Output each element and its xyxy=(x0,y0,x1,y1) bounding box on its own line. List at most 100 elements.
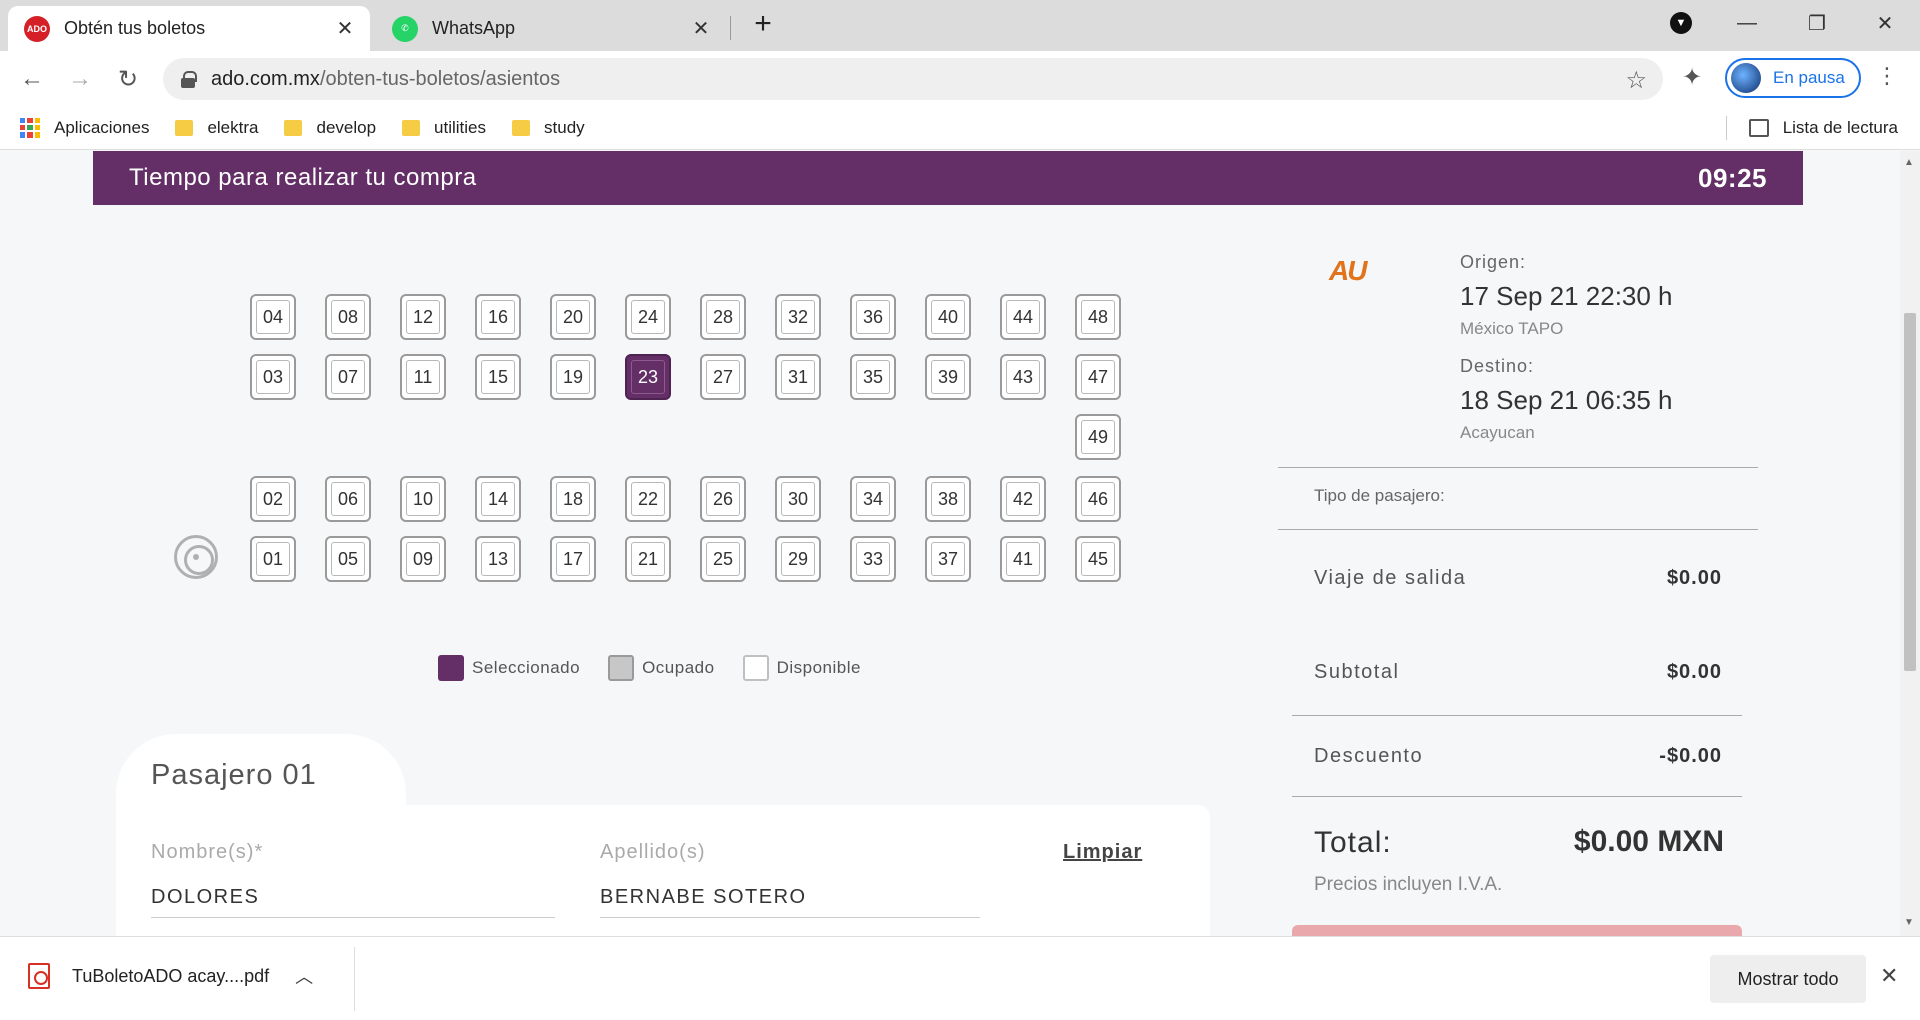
scroll-down-icon[interactable]: ▼ xyxy=(1904,917,1914,928)
discount-label: Descuento xyxy=(1314,745,1424,767)
seat[interactable]: 03 xyxy=(250,354,296,400)
tab-search-icon[interactable]: ▼ xyxy=(1656,6,1706,40)
seat[interactable]: 43 xyxy=(1000,354,1046,400)
legend-label: Seleccionado xyxy=(472,658,581,677)
seat[interactable]: 45 xyxy=(1075,536,1121,582)
seat[interactable]: 10 xyxy=(400,476,446,522)
seat-number: 01 xyxy=(261,548,285,570)
seat[interactable]: 04 xyxy=(250,294,296,340)
back-button[interactable]: ← xyxy=(16,63,48,95)
name-label: Nombre(s)* xyxy=(151,841,264,863)
continue-button[interactable] xyxy=(1292,925,1742,936)
bookmark-elektra[interactable]: elektra xyxy=(175,118,258,138)
seat[interactable]: 41 xyxy=(1000,536,1046,582)
seat[interactable]: 30 xyxy=(775,476,821,522)
discount-value: -$0.00 xyxy=(1659,745,1722,767)
seat[interactable]: 26 xyxy=(700,476,746,522)
seat[interactable]: 18 xyxy=(550,476,596,522)
bookmark-apps[interactable]: Aplicaciones xyxy=(20,117,149,138)
seat[interactable]: 13 xyxy=(475,536,521,582)
bookmark-label: utilities xyxy=(434,117,487,137)
download-item[interactable]: TuBoletoADO acay....pdf ︿ xyxy=(28,963,313,989)
bookmark-develop[interactable]: develop xyxy=(284,118,376,138)
seat[interactable]: 24 xyxy=(625,294,671,340)
seat-number: 35 xyxy=(861,366,885,388)
seat[interactable]: 49 xyxy=(1075,414,1121,460)
kebab-menu-icon[interactable]: ⋮ xyxy=(1876,63,1898,89)
seat[interactable]: 20 xyxy=(550,294,596,340)
seat[interactable]: 25 xyxy=(700,536,746,582)
seat[interactable]: 16 xyxy=(475,294,521,340)
bookmark-star-icon[interactable]: ☆ xyxy=(1625,66,1647,95)
seat[interactable]: 22 xyxy=(625,476,671,522)
surname-input[interactable]: BERNABE SOTERO xyxy=(600,886,980,918)
seat[interactable]: 29 xyxy=(775,536,821,582)
au-carrier-logo: AU xyxy=(1329,255,1367,286)
seat[interactable]: 01 xyxy=(250,536,296,582)
seat[interactable]: 39 xyxy=(925,354,971,400)
chevron-up-icon[interactable]: ︿ xyxy=(295,963,313,989)
close-window-button[interactable]: ✕ xyxy=(1860,6,1910,40)
show-all-button[interactable]: Mostrar todo xyxy=(1710,955,1866,1003)
destination-label: Destino: xyxy=(1460,356,1535,376)
seat[interactable]: 14 xyxy=(475,476,521,522)
seat[interactable]: 46 xyxy=(1075,476,1121,522)
seat[interactable]: 35 xyxy=(850,354,896,400)
seat[interactable]: 38 xyxy=(925,476,971,522)
seat[interactable]: 31 xyxy=(775,354,821,400)
profile-button[interactable]: En pausa xyxy=(1725,58,1861,98)
seat[interactable]: 33 xyxy=(850,536,896,582)
download-filename: TuBoletoADO acay....pdf xyxy=(72,965,270,986)
tab-separator xyxy=(730,16,731,40)
seat[interactable]: 32 xyxy=(775,294,821,340)
restore-button[interactable]: ❐ xyxy=(1792,6,1842,40)
scroll-up-icon[interactable]: ▲ xyxy=(1904,157,1914,168)
seat[interactable]: 15 xyxy=(475,354,521,400)
seat-selected[interactable]: 23 xyxy=(625,354,671,400)
seat[interactable]: 06 xyxy=(325,476,371,522)
close-tab-icon[interactable]: ✕ xyxy=(688,16,714,42)
forward-button[interactable]: → xyxy=(64,63,96,95)
seat[interactable]: 42 xyxy=(1000,476,1046,522)
seat[interactable]: 19 xyxy=(550,354,596,400)
reload-button[interactable]: ↻ xyxy=(112,63,144,95)
seat[interactable]: 02 xyxy=(250,476,296,522)
close-tab-icon[interactable]: ✕ xyxy=(332,16,358,42)
minimize-button[interactable]: — xyxy=(1722,6,1772,40)
tab-whatsapp[interactable]: ✆ WhatsApp ✕ xyxy=(376,6,726,51)
bookmark-utilities[interactable]: utilities xyxy=(402,118,486,138)
seat-number: 07 xyxy=(336,366,360,388)
page-scrollbar[interactable]: ▲ ▼ xyxy=(1900,151,1920,936)
seat[interactable]: 11 xyxy=(400,354,446,400)
seat[interactable]: 44 xyxy=(1000,294,1046,340)
close-shelf-icon[interactable]: ✕ xyxy=(1880,963,1898,989)
lock-icon[interactable] xyxy=(181,71,197,88)
bookmark-study[interactable]: study xyxy=(512,118,585,138)
seat[interactable]: 27 xyxy=(700,354,746,400)
name-input[interactable]: DOLORES xyxy=(151,886,555,918)
tab-ado[interactable]: ADO Obtén tus boletos ✕ xyxy=(8,6,370,51)
seat-number: 32 xyxy=(786,306,810,328)
tab-title: WhatsApp xyxy=(432,18,516,38)
seat[interactable]: 07 xyxy=(325,354,371,400)
seat[interactable]: 05 xyxy=(325,536,371,582)
seat[interactable]: 08 xyxy=(325,294,371,340)
seat[interactable]: 36 xyxy=(850,294,896,340)
seat-number: 46 xyxy=(1086,488,1110,510)
seat[interactable]: 47 xyxy=(1075,354,1121,400)
scrollbar-thumb[interactable] xyxy=(1904,313,1916,671)
reading-list-button[interactable]: Lista de lectura xyxy=(1748,118,1898,138)
seat[interactable]: 40 xyxy=(925,294,971,340)
seat[interactable]: 21 xyxy=(625,536,671,582)
seat[interactable]: 17 xyxy=(550,536,596,582)
clear-link[interactable]: Limpiar xyxy=(1063,841,1142,864)
seat[interactable]: 37 xyxy=(925,536,971,582)
extensions-puzzle-icon[interactable]: ✦ xyxy=(1682,63,1702,92)
seat[interactable]: 34 xyxy=(850,476,896,522)
seat[interactable]: 28 xyxy=(700,294,746,340)
seat[interactable]: 48 xyxy=(1075,294,1121,340)
address-bar[interactable]: ado.com.mx/obten-tus-boletos/asientos ☆ xyxy=(163,58,1663,100)
seat[interactable]: 12 xyxy=(400,294,446,340)
new-tab-button[interactable]: + xyxy=(748,9,778,40)
seat[interactable]: 09 xyxy=(400,536,446,582)
